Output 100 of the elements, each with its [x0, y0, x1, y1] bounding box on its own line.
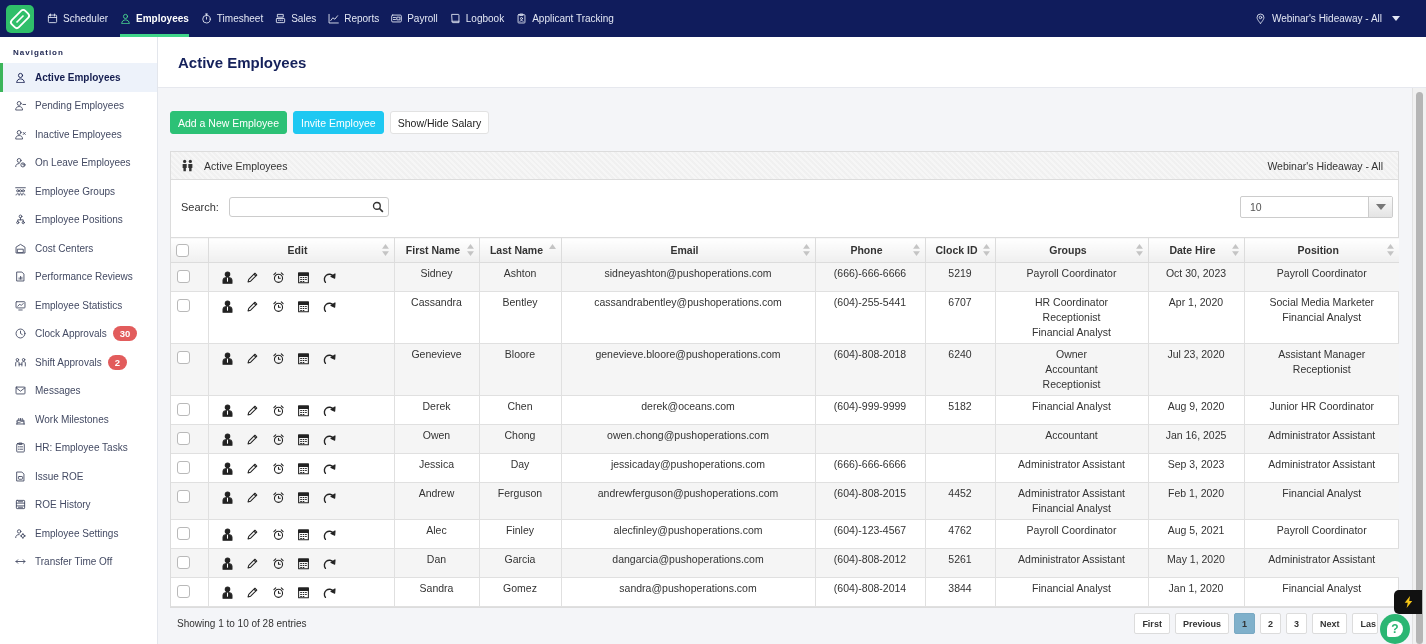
pagination-button[interactable]: 1 — [1233, 613, 1255, 634]
alarm-clock-icon[interactable] — [271, 490, 285, 504]
pagination-button[interactable]: Las — [1352, 613, 1378, 634]
row-checkbox[interactable] — [177, 299, 190, 312]
row-checkbox[interactable] — [177, 403, 190, 416]
person-icon[interactable] — [220, 527, 234, 541]
page-size-select[interactable]: 10 — [1240, 196, 1393, 218]
pagination-button[interactable]: Next — [1311, 613, 1348, 634]
sidebar-item[interactable]: Transfer Time Off — [0, 547, 157, 576]
alarm-clock-icon[interactable] — [271, 403, 285, 417]
column-header[interactable]: Edit — [208, 237, 394, 263]
lightning-button[interactable] — [1394, 590, 1422, 614]
person-icon[interactable] — [220, 270, 234, 284]
redo-arrow-icon[interactable] — [322, 351, 336, 365]
row-checkbox[interactable] — [177, 585, 190, 598]
redo-arrow-icon[interactable] — [322, 403, 336, 417]
pagination-button[interactable]: Previous — [1174, 613, 1229, 634]
sidebar-item[interactable]: Cost Centers — [0, 234, 157, 263]
alarm-clock-icon[interactable] — [271, 270, 285, 284]
redo-arrow-icon[interactable] — [322, 527, 336, 541]
nav-tab[interactable]: Applicant Tracking — [516, 0, 614, 37]
row-checkbox[interactable] — [177, 490, 190, 503]
row-checkbox[interactable] — [177, 527, 190, 540]
column-header[interactable]: Clock ID — [925, 237, 995, 263]
pagination-button[interactable]: 2 — [1259, 613, 1281, 634]
redo-arrow-icon[interactable] — [322, 299, 336, 313]
person-icon[interactable] — [220, 490, 234, 504]
location-selector[interactable]: Webinar's Hideaway - All — [1254, 13, 1400, 24]
sidebar-item[interactable]: Employee Settings — [0, 519, 157, 548]
pencil-icon[interactable] — [246, 527, 259, 541]
alarm-clock-icon[interactable] — [271, 527, 285, 541]
redo-arrow-icon[interactable] — [322, 432, 336, 446]
calendar-icon[interactable] — [297, 527, 310, 541]
select-all-checkbox[interactable] — [176, 243, 189, 257]
calendar-icon[interactable] — [297, 270, 310, 284]
column-header[interactable]: Email — [561, 237, 815, 263]
nav-tab[interactable]: Timesheet — [200, 0, 264, 37]
column-header[interactable]: Date Hire — [1148, 237, 1244, 263]
redo-arrow-icon[interactable] — [322, 556, 336, 570]
row-checkbox[interactable] — [177, 351, 190, 364]
pencil-icon[interactable] — [246, 556, 259, 570]
column-header[interactable]: First Name — [394, 237, 479, 263]
redo-arrow-icon[interactable] — [322, 585, 336, 599]
alarm-clock-icon[interactable] — [271, 556, 285, 570]
pencil-icon[interactable] — [246, 585, 259, 599]
pencil-icon[interactable] — [246, 432, 259, 446]
sidebar-item[interactable]: Clock Approvals 30 — [0, 319, 157, 348]
calendar-icon[interactable] — [297, 490, 310, 504]
pagination-button[interactable]: First — [1134, 613, 1170, 634]
sidebar-item[interactable]: Employee Statistics — [0, 291, 157, 320]
pencil-icon[interactable] — [246, 351, 259, 365]
pencil-icon[interactable] — [246, 403, 259, 417]
sidebar-item[interactable]: HR: Employee Tasks — [0, 433, 157, 462]
sidebar-item[interactable]: Employee Positions — [0, 205, 157, 234]
person-icon[interactable] — [220, 403, 234, 417]
column-header[interactable]: Position — [1244, 237, 1399, 263]
person-icon[interactable] — [220, 585, 234, 599]
row-checkbox[interactable] — [177, 270, 190, 283]
person-icon[interactable] — [220, 461, 234, 475]
logo-icon[interactable] — [6, 4, 34, 33]
alarm-clock-icon[interactable] — [271, 299, 285, 313]
sidebar-item[interactable]: Work Milestones — [0, 405, 157, 434]
redo-arrow-icon[interactable] — [322, 270, 336, 284]
sidebar-item[interactable]: Employee Groups — [0, 177, 157, 206]
sidebar-item[interactable]: Active Employees — [0, 63, 157, 92]
sidebar-item[interactable]: Shift Approvals 2 — [0, 348, 157, 377]
scrollbar[interactable] — [1412, 88, 1426, 644]
sidebar-item[interactable]: On Leave Employees — [0, 148, 157, 177]
show-hide-salary-button[interactable]: Show/Hide Salary — [389, 111, 490, 134]
alarm-clock-icon[interactable] — [271, 461, 285, 475]
calendar-icon[interactable] — [297, 403, 310, 417]
calendar-icon[interactable] — [297, 461, 310, 475]
pencil-icon[interactable] — [246, 270, 259, 284]
alarm-clock-icon[interactable] — [271, 432, 285, 446]
calendar-icon[interactable] — [297, 585, 310, 599]
column-header[interactable]: Last Name — [479, 237, 561, 263]
pencil-icon[interactable] — [246, 461, 259, 475]
nav-tab[interactable]: Reports — [328, 0, 380, 37]
alarm-clock-icon[interactable] — [271, 585, 285, 599]
sidebar-item[interactable]: Performance Reviews — [0, 262, 157, 291]
redo-arrow-icon[interactable] — [322, 461, 336, 475]
pencil-icon[interactable] — [246, 490, 259, 504]
calendar-icon[interactable] — [297, 556, 310, 570]
person-icon[interactable] — [220, 351, 234, 365]
nav-tab[interactable]: Sales — [275, 0, 317, 37]
sidebar-item[interactable]: Inactive Employees — [0, 120, 157, 149]
calendar-icon[interactable] — [297, 299, 310, 313]
calendar-icon[interactable] — [297, 351, 310, 365]
calendar-icon[interactable] — [297, 432, 310, 446]
sidebar-item[interactable]: Messages — [0, 376, 157, 405]
alarm-clock-icon[interactable] — [271, 351, 285, 365]
sidebar-item[interactable]: Pending Employees — [0, 91, 157, 120]
pencil-icon[interactable] — [246, 299, 259, 313]
column-header[interactable]: Groups — [995, 237, 1148, 263]
row-checkbox[interactable] — [177, 432, 190, 445]
person-icon[interactable] — [220, 556, 234, 570]
sidebar-item[interactable]: ROE History — [0, 490, 157, 519]
nav-tab[interactable]: Logbook — [449, 0, 505, 37]
column-header[interactable]: Phone — [815, 237, 925, 263]
row-checkbox[interactable] — [177, 461, 190, 474]
